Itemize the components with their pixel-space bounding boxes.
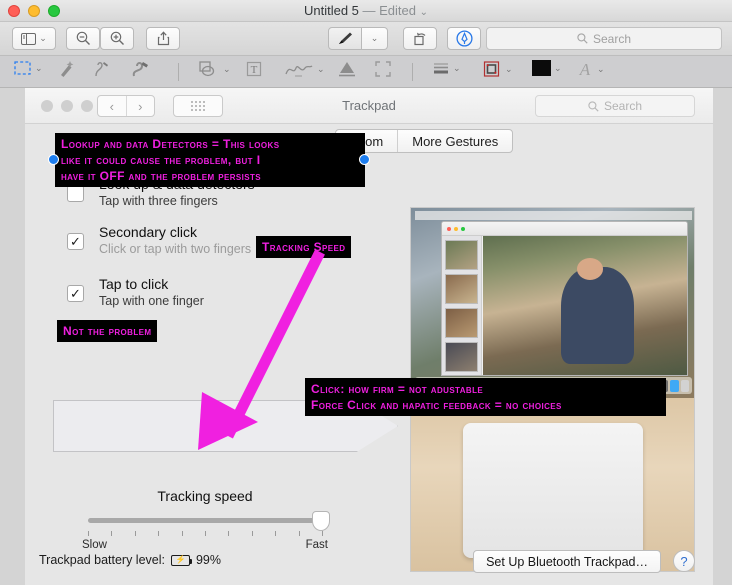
border-color-chevron-down-icon[interactable]: ⌄	[505, 64, 513, 74]
video-sidebar	[442, 236, 482, 375]
video-menu-bar	[415, 211, 692, 220]
markup-toggle-button[interactable]	[328, 27, 362, 50]
window-title: Untitled 5 — Edited ⌄	[0, 3, 732, 18]
annotation-not-the-problem-note[interactable]: Not the problem	[57, 320, 158, 342]
annotation-click-firmness-note[interactable]: Click: how firm = not adustable Force Cl…	[305, 378, 666, 416]
border-color-button[interactable]: ⌄	[482, 60, 513, 78]
search-field[interactable]: Search	[486, 27, 722, 50]
crop-tool-button[interactable]	[374, 60, 392, 78]
markup-chevron-down-button[interactable]: ⌄	[362, 27, 388, 50]
selection-tool-button[interactable]: ⌄	[14, 60, 43, 76]
option-subtitle: Tap with one finger	[99, 294, 204, 308]
fill-color-chevron-down-icon[interactable]: ⌄	[554, 63, 562, 73]
option-subtitle: Tap with three fingers	[99, 194, 218, 208]
battery-status: Trackpad battery level: ⚡ 99%	[39, 553, 221, 567]
video-main-photo	[483, 236, 687, 375]
tracking-speed-label: Tracking speed	[157, 488, 253, 504]
toolbar-divider-1	[178, 63, 179, 81]
tracking-speed-ticks	[88, 531, 323, 537]
battery-value: 99%	[195, 553, 222, 567]
text-tool-button[interactable]: T	[246, 60, 262, 78]
option-title: Tap to click	[99, 276, 169, 292]
video-frame-desktop	[411, 208, 694, 398]
video-trackpad-device	[463, 423, 643, 558]
option-tap-to-click[interactable]: ✓ Tap to click Tap with one finger	[55, 272, 385, 320]
video-thumbnail	[445, 308, 478, 338]
svg-text:T: T	[251, 64, 258, 76]
main-toolbar: ⌄ ⌄ Search	[0, 22, 732, 56]
tab-more-gestures[interactable]: More Gestures	[397, 130, 512, 152]
set-up-bluetooth-trackpad-button[interactable]: Set Up Bluetooth Trackpad…	[473, 550, 661, 573]
tracking-speed-control: Tracking speed Slow Fast	[80, 488, 330, 551]
tracking-speed-knob[interactable]	[312, 511, 330, 531]
edited-status: Edited	[379, 3, 417, 18]
search-icon	[577, 33, 588, 44]
zoom-out-button[interactable]	[66, 27, 100, 50]
prefs-search-icon	[588, 100, 599, 112]
video-thumbnail	[445, 274, 478, 304]
title-chevron-down-icon[interactable]: ⌄	[420, 7, 428, 18]
fill-color-button[interactable]: ⌄	[532, 60, 562, 76]
trackpad-pane: Zoom More Gestures Look up & data detect…	[25, 125, 713, 585]
prefs-title-bar: ‹ › Trackpad Search	[25, 88, 713, 124]
selection-handle-left[interactable]	[48, 154, 59, 165]
sidebar-toggle-button[interactable]: ⌄	[12, 27, 56, 50]
video-window-titlebar	[442, 222, 687, 236]
search-placeholder: Search	[592, 31, 632, 46]
sketch-tool-button[interactable]	[92, 60, 112, 78]
markup-chevron-down-icon[interactable]: ⌄	[371, 34, 379, 43]
markup-toolbar: ⌄ ⌄ T ⌄ ⌄ ⌄ ⌄ A ⌄	[0, 56, 732, 88]
selection-handle-right[interactable]	[359, 154, 370, 165]
toolbar-divider-2	[412, 63, 413, 81]
help-button[interactable]: ?	[673, 550, 695, 572]
video-thumbnail	[445, 342, 478, 372]
annotation-tracking-speed-note[interactable]: Tracking Speed	[256, 236, 352, 258]
prefs-search-field[interactable]: Search	[535, 95, 695, 117]
rotate-button[interactable]	[403, 27, 437, 50]
selection-chevron-down-icon[interactable]: ⌄	[35, 63, 43, 73]
shape-style-button[interactable]: ⌄	[432, 60, 461, 76]
secondary-click-checkbox[interactable]: ✓	[67, 233, 84, 250]
battery-bolt-glyph: ⚡	[175, 555, 186, 564]
document-name: Untitled 5	[303, 3, 359, 18]
svg-text:A: A	[579, 60, 591, 78]
window-title-bar: Untitled 5 — Edited ⌄	[0, 0, 732, 22]
prefs-search-placeholder: Search	[603, 99, 643, 113]
zoom-in-button[interactable]	[100, 27, 134, 50]
battery-label: Trackpad battery level:	[39, 553, 165, 567]
instant-alpha-tool-button[interactable]	[58, 60, 76, 78]
draw-tool-button[interactable]	[130, 60, 152, 78]
text-style-button[interactable]: A ⌄	[578, 60, 605, 78]
signature-chevron-down-icon[interactable]: ⌄	[317, 64, 325, 74]
secondary-click-subtitle-text: Click or tap with two fingers	[99, 242, 252, 256]
highlight-tool-button[interactable]	[336, 60, 358, 78]
shapes-tool-button[interactable]: ⌄	[198, 60, 231, 78]
signature-tool-button[interactable]: ⌄	[284, 60, 325, 78]
tap-to-click-checkbox[interactable]: ✓	[67, 285, 84, 302]
look-up-checkbox[interactable]	[67, 185, 84, 202]
video-photos-window	[441, 221, 688, 376]
video-person-figure	[560, 266, 634, 364]
share-button[interactable]	[146, 27, 180, 50]
shape-style-chevron-down-icon[interactable]: ⌄	[453, 63, 461, 73]
text-style-chevron-down-icon[interactable]: ⌄	[597, 64, 605, 74]
tracking-speed-slider[interactable]	[88, 511, 330, 531]
prefs-bottom-bar: Trackpad battery level: ⚡ 99% Set Up Blu…	[25, 543, 713, 585]
fill-color-swatch[interactable]	[532, 60, 551, 76]
annotate-button[interactable]	[447, 27, 481, 50]
shapes-chevron-down-icon[interactable]: ⌄	[223, 64, 231, 74]
annotation-lookup-note[interactable]: Lookup and data Detectors = This looks l…	[55, 133, 365, 187]
sidebar-chevron-down-icon[interactable]: ⌄	[39, 34, 47, 43]
title-separator: —	[362, 3, 376, 18]
preview-app-window: Untitled 5 — Edited ⌄ ⌄ ⌄ Search ⌄ ⌄ T ⌄…	[0, 0, 732, 585]
video-thumbnail	[445, 240, 478, 270]
battery-charging-icon: ⚡	[170, 554, 193, 566]
